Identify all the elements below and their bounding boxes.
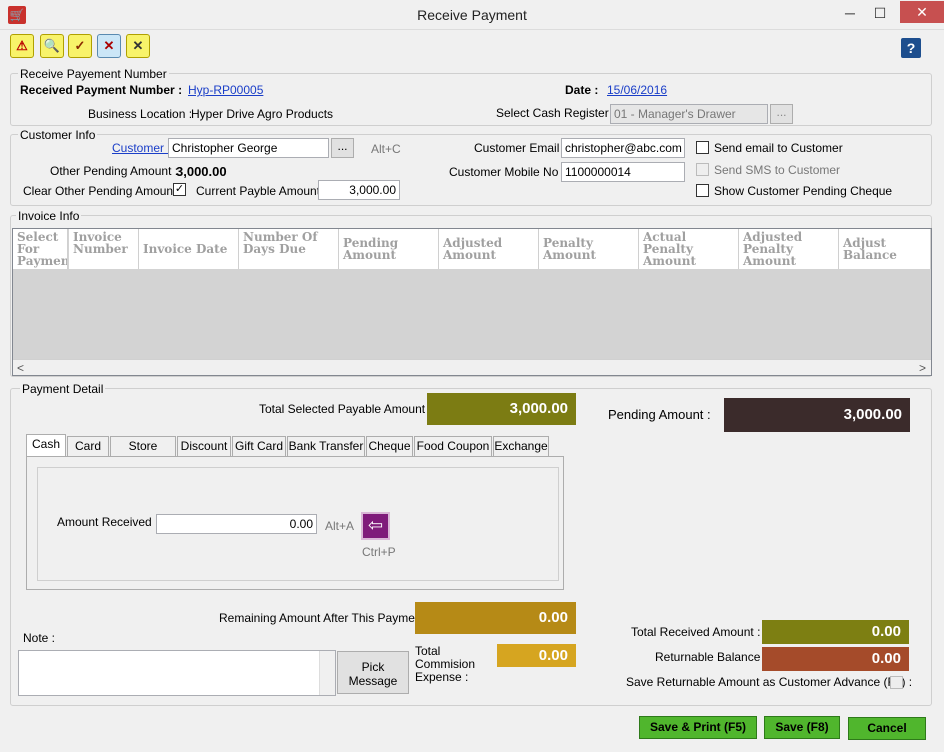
tab-bank-transfer[interactable]: Bank Transfer	[287, 436, 365, 456]
send-email-checkbox[interactable]	[696, 141, 709, 154]
other-pending-label: Other Pending Amount :	[50, 164, 179, 178]
apply-arrow-left-icon[interactable]: ⇦	[361, 512, 390, 540]
commission-value: 0.00	[497, 644, 576, 667]
customer-mobile-label: Customer Mobile No :	[449, 165, 566, 179]
tab-gift-card[interactable]: Gift Card	[232, 436, 286, 456]
note-label: Note :	[23, 631, 56, 645]
amount-received-field[interactable]: 0.00	[156, 514, 317, 534]
clear-other-pending-checkbox[interactable]: ✓	[173, 183, 186, 196]
date-link[interactable]: 15/06/2016	[607, 83, 667, 97]
pick-message-button[interactable]: Pick Message	[337, 651, 409, 694]
tab-card[interactable]: Card	[67, 436, 109, 456]
save-print-button[interactable]: Save & Print (F5)	[639, 716, 757, 739]
pending-amount-label: Pending Amount :	[608, 407, 711, 422]
scroll-right-icon[interactable]: >	[919, 361, 926, 375]
date-label: Date :	[565, 83, 599, 97]
column-adjusted-penalty-amount[interactable]: Adjusted Penalty Amount	[739, 229, 839, 269]
amount-received-shortcut: Alt+A	[325, 519, 355, 533]
column-invoice-date[interactable]: Invoice Date	[139, 229, 239, 269]
save-advance-checkbox[interactable]	[890, 676, 903, 689]
payment-detail-group-label: Payment Detail	[20, 382, 106, 396]
column-adjusted-amount[interactable]: Adjusted Amount	[439, 229, 539, 269]
send-sms-checkbox[interactable]	[696, 163, 709, 176]
received-number-label: Received Payment Number :	[20, 83, 183, 97]
send-sms-label: Send SMS to Customer	[714, 163, 841, 177]
warning-icon[interactable]: ⚠	[10, 34, 34, 58]
help-icon[interactable]: ?	[901, 38, 921, 58]
returnable-balance-label: Returnable Balance :	[655, 650, 768, 664]
customer-shortcut-hint: Alt+C	[371, 142, 401, 156]
maximize-button[interactable]: ☐	[866, 2, 894, 24]
total-received-label: Total Received Amount :	[631, 625, 761, 639]
invoice-horizontal-scrollbar[interactable]: < >	[13, 359, 931, 375]
customer-browse-button[interactable]: ...	[331, 138, 354, 158]
customer-link[interactable]: Customer :	[112, 141, 171, 155]
customer-email-label: Customer Email :	[474, 141, 567, 155]
note-textarea[interactable]	[18, 650, 336, 696]
remaining-amount-value: 0.00	[415, 602, 576, 634]
current-payable-field[interactable]: 3,000.00	[318, 180, 400, 200]
total-received-value: 0.00	[762, 620, 909, 644]
other-pending-value: 3,000.00	[176, 164, 227, 179]
save-button[interactable]: Save (F8)	[764, 716, 840, 739]
commission-label: Total Commision Expense :	[415, 644, 476, 684]
column-days-due[interactable]: Number Of Days Due	[239, 229, 339, 269]
column-pending-amount[interactable]: Pending Amount	[339, 229, 439, 269]
close-button[interactable]: ✕	[900, 1, 944, 23]
column-penalty-amount[interactable]: Penalty Amount	[539, 229, 639, 269]
tab-cash[interactable]: Cash	[26, 434, 66, 457]
total-selected-label: Total Selected Payable Amount :	[259, 402, 432, 416]
cash-register-field[interactable]: 01 - Manager's Drawer	[610, 104, 768, 124]
amount-received-label: Amount Received :	[57, 515, 159, 529]
column-select-for-payment[interactable]: Select For Payment	[13, 229, 68, 269]
cash-register-label: Select Cash Register :	[496, 106, 616, 120]
returnable-balance-value: 0.00	[762, 647, 909, 671]
column-invoice-number[interactable]: Invoice Number	[69, 229, 139, 269]
customer-email-field[interactable]: christopher@abc.com	[561, 138, 685, 158]
clear-other-pending-label: Clear Other Pending Amount :	[23, 184, 184, 198]
business-location-value: Hyper Drive Agro Products	[191, 107, 334, 121]
column-adjust-balance[interactable]: Adjust Balance	[839, 229, 931, 269]
received-number-link[interactable]: Hyp-RP00005	[188, 83, 263, 97]
column-actual-penalty-amount[interactable]: Actual Penalty Amount	[639, 229, 739, 269]
show-pending-cheque-label: Show Customer Pending Cheque	[714, 184, 893, 198]
tab-exchange[interactable]: Exchange	[493, 436, 549, 456]
cancel-icon[interactable]: ✕	[97, 34, 121, 58]
minimize-button[interactable]: ─	[836, 2, 864, 24]
clear-icon[interactable]: ✕	[126, 34, 150, 58]
current-payable-label: Current Payble Amount :	[196, 184, 327, 198]
customer-info-group-label: Customer Info	[18, 128, 98, 142]
tab-discount[interactable]: Discount	[177, 436, 231, 456]
window-title: Receive Payment	[417, 7, 527, 23]
tab-food-coupon[interactable]: Food Coupon	[414, 436, 492, 456]
send-email-label: Send email to Customer	[714, 141, 843, 155]
customer-mobile-field[interactable]: 1100000014	[561, 162, 685, 182]
note-scrollbar[interactable]	[319, 651, 335, 695]
total-selected-value: 3,000.00	[427, 393, 576, 425]
customer-name-field[interactable]: Christopher George	[168, 138, 329, 158]
invoice-grid[interactable]: Select For Payment Invoice Number Invoic…	[12, 228, 932, 376]
pending-amount-value: 3,000.00	[724, 398, 910, 432]
cash-register-browse-button[interactable]: ...	[770, 104, 793, 124]
receive-number-group-label: Receive Payement Number	[18, 67, 169, 81]
show-pending-cheque-checkbox[interactable]	[696, 184, 709, 197]
search-icon[interactable]: 🔍	[40, 34, 64, 58]
cancel-button[interactable]: Cancel	[848, 717, 926, 740]
business-location-label: Business Location :	[88, 107, 193, 121]
check-icon[interactable]: ✓	[68, 34, 92, 58]
save-advance-label: Save Returnable Amount as Customer Advan…	[626, 675, 913, 689]
remaining-amount-label: Remaining Amount After This Payment :	[219, 611, 432, 625]
invoice-info-group-label: Invoice Info	[16, 209, 82, 223]
tab-cheque[interactable]: Cheque	[366, 436, 413, 456]
tab-store-credit[interactable]: Store Credit	[110, 436, 176, 471]
arrow-shortcut-hint: Ctrl+P	[362, 545, 396, 559]
scroll-left-icon[interactable]: <	[17, 361, 24, 375]
